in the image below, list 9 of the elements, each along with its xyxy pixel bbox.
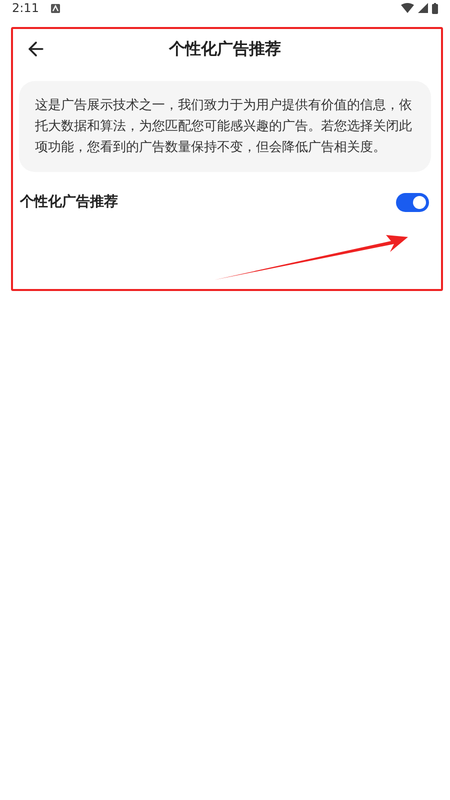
status-time: 2:11 [12,2,39,14]
wifi-icon [401,3,414,13]
battery-icon [432,2,438,14]
signal-icon [418,3,428,13]
notification-icon [50,4,60,12]
setting-label: 个性化广告推荐 [20,192,118,212]
description-card: 这是广告展示技术之一，我们致力于为用户提供有价值的信息，依托大数据和算法，为您匹配您可能感兴趣的广告。若您选择关闭此项功能，您看到的广告数量保持不变，但会降低广告相关度。 [19,81,431,172]
page-title: 个性化广告推荐 [169,38,281,60]
toggle-switch[interactable] [396,193,429,212]
